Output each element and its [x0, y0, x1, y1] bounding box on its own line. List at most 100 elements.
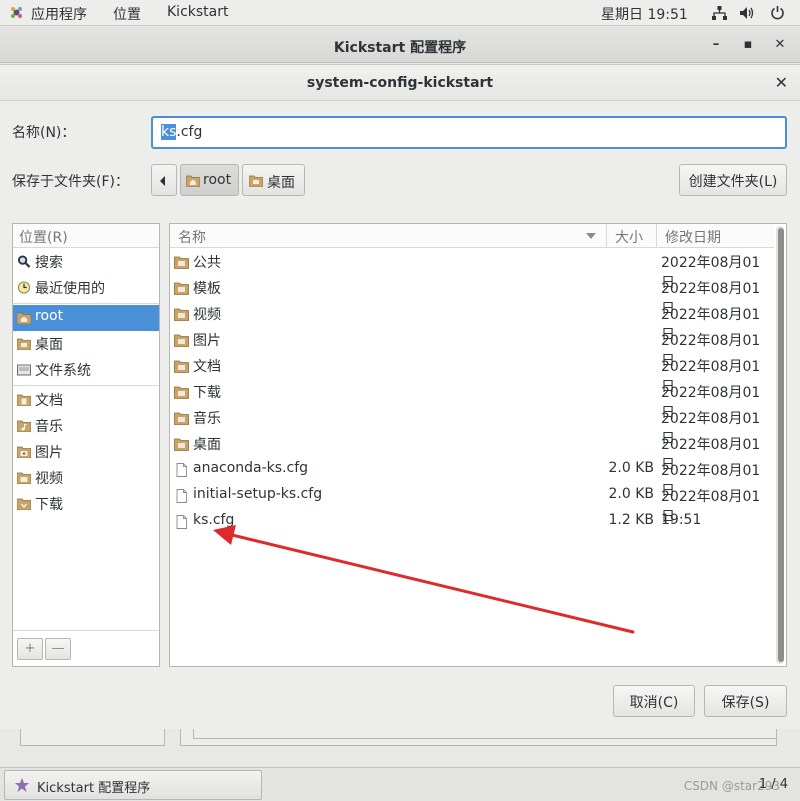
file-name: 视频: [193, 307, 221, 323]
top-panel: 应用程序 位置 Kickstart 星期日 19:51: [0, 0, 800, 26]
file-row[interactable]: 公共 2022年08月01日: [170, 249, 774, 291]
taskbar-item-kickstart[interactable]: Kickstart 配置程序: [4, 770, 262, 800]
place-label: 文档: [35, 393, 63, 409]
add-bookmark-button[interactable]: +: [17, 638, 43, 660]
places-sidebar: 位置(R) 搜索 最近使用的 root 桌面 文件系统 文档 音乐 图片 视频 …: [12, 223, 160, 667]
column-header-name[interactable]: 名称: [170, 224, 606, 248]
folder-icon: [174, 282, 189, 295]
recent-icon: [17, 281, 31, 294]
file-row[interactable]: ks.cfg 1.2 KB 19:51: [170, 509, 774, 535]
network-icon[interactable]: [712, 6, 727, 20]
file-row[interactable]: 桌面 2022年08月01日: [170, 431, 774, 473]
scrollbar-thumb[interactable]: [778, 228, 784, 662]
save-button[interactable]: 保存(S): [704, 685, 787, 717]
file-name: 桌面: [193, 437, 221, 453]
downloads-folder-icon: [17, 498, 31, 510]
music-folder-icon: [17, 420, 31, 432]
active-app-menu[interactable]: Kickstart: [167, 4, 228, 20]
place-music[interactable]: 音乐: [13, 413, 159, 439]
path-button-root[interactable]: root: [180, 164, 239, 196]
path-button-desktop[interactable]: 桌面: [242, 164, 305, 196]
place-downloads[interactable]: 下载: [13, 491, 159, 517]
folder-label: 保存于文件夹(F)：: [12, 174, 129, 190]
file-list: 名称 大小 修改日期 公共 2022年08月01日 模板 2022年08月01日 视频 2…: [169, 223, 787, 667]
apps-menu-icon[interactable]: [10, 6, 23, 19]
place-desktop[interactable]: 桌面: [13, 331, 159, 357]
file-name: 公共: [193, 255, 221, 271]
place-root[interactable]: root: [13, 305, 159, 331]
file-row[interactable]: 下载 2022年08月01日: [170, 379, 774, 421]
folder-icon: [174, 360, 189, 373]
home-folder-icon: [186, 175, 200, 187]
save-file-dialog: system-config-kickstart ✕ 名称(N)： ks.cfg …: [0, 64, 800, 729]
place-recent[interactable]: 最近使用的: [13, 275, 159, 301]
maximize-button[interactable]: ▪: [739, 36, 757, 54]
folder-icon: [174, 308, 189, 321]
file-size: 1.2 KB: [608, 512, 655, 528]
power-icon[interactable]: [770, 5, 785, 20]
cancel-button[interactable]: 取消(C): [613, 685, 695, 717]
column-header-size[interactable]: 大小: [606, 224, 656, 248]
column-header-modified[interactable]: 修改日期: [656, 224, 774, 248]
file-name: 图片: [193, 333, 221, 349]
place-label: 图片: [35, 445, 63, 461]
dialog-title: system-config-kickstart: [306, 75, 494, 91]
volume-icon[interactable]: [739, 6, 755, 20]
place-search[interactable]: 搜索: [13, 249, 159, 275]
places-separator: [13, 630, 159, 631]
filename-input[interactable]: ks.cfg: [151, 116, 787, 149]
place-label: 最近使用的: [35, 281, 105, 297]
path-label-desktop: 桌面: [267, 175, 295, 191]
file-size: 2.0 KB: [608, 460, 655, 476]
dialog-close-button[interactable]: ✕: [775, 73, 788, 92]
filename-selected-text: ks: [161, 124, 177, 140]
places-menu[interactable]: 位置: [113, 4, 141, 24]
minimize-button[interactable]: –: [707, 36, 725, 54]
file-icon: [176, 463, 187, 477]
file-row[interactable]: 文档 2022年08月01日: [170, 353, 774, 395]
place-videos[interactable]: 视频: [13, 465, 159, 491]
remove-bookmark-button[interactable]: —: [45, 638, 71, 660]
file-row[interactable]: initial-setup-ks.cfg 2.0 KB 2022年08月01日: [170, 483, 774, 525]
file-icon: [176, 515, 187, 529]
folder-icon: [174, 256, 189, 269]
drive-icon: [17, 364, 31, 376]
place-pictures[interactable]: 图片: [13, 439, 159, 465]
file-row[interactable]: 图片 2022年08月01日: [170, 327, 774, 369]
sort-descending-icon: [586, 233, 596, 239]
file-name: anaconda-ks.cfg: [193, 460, 309, 476]
file-row[interactable]: 模板 2022年08月01日: [170, 275, 774, 317]
place-filesystem[interactable]: 文件系统: [13, 357, 159, 383]
place-label: 桌面: [35, 337, 63, 353]
clock[interactable]: 星期日 19:51: [601, 4, 688, 24]
place-label: 文件系统: [35, 363, 91, 379]
place-label: 搜索: [35, 255, 63, 271]
applications-menu[interactable]: 应用程序: [31, 4, 87, 24]
file-name: 音乐: [193, 411, 221, 427]
places-separator: [13, 303, 159, 304]
file-row[interactable]: anaconda-ks.cfg 2.0 KB 2022年08月01日: [170, 457, 774, 499]
folder-icon: [174, 386, 189, 399]
places-separator: [13, 385, 159, 386]
file-row[interactable]: 视频 2022年08月01日: [170, 301, 774, 343]
name-label: 名称(N)：: [12, 125, 76, 141]
place-label: 下载: [35, 497, 63, 513]
file-row[interactable]: 音乐 2022年08月01日: [170, 405, 774, 447]
folder-icon: [174, 438, 189, 451]
pictures-folder-icon: [17, 446, 31, 458]
path-back-button[interactable]: [151, 164, 177, 196]
workspace-pager[interactable]: 1 / 4: [759, 777, 788, 792]
background-panel: [20, 729, 165, 746]
file-name: initial-setup-ks.cfg: [193, 486, 323, 502]
documents-folder-icon: [17, 394, 31, 406]
file-date: 19:51: [661, 512, 702, 528]
desktop-folder-icon: [17, 338, 31, 350]
background-panel: [180, 729, 777, 746]
filename-rest-text: .cfg: [176, 124, 203, 140]
path-label-root: root: [203, 172, 232, 188]
place-documents[interactable]: 文档: [13, 387, 159, 413]
close-window-button[interactable]: ✕: [771, 36, 789, 54]
create-folder-button[interactable]: 创建文件夹(L): [679, 164, 787, 196]
home-folder-icon: [17, 312, 31, 324]
file-name: 下载: [193, 385, 221, 401]
